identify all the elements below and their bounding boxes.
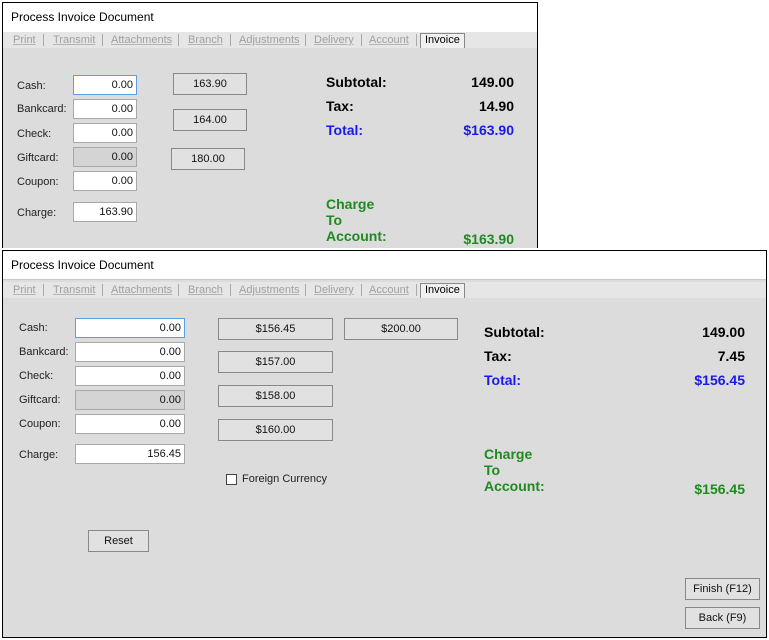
- foreign-currency-label: Foreign Currency: [242, 473, 327, 485]
- amount-button-2[interactable]: $157.00: [218, 351, 333, 373]
- invoice-window-1: Process Invoice Document Print Transmit …: [2, 2, 538, 248]
- tab-invoice[interactable]: Invoice: [420, 283, 465, 298]
- tab-delivery[interactable]: Delivery: [314, 284, 354, 298]
- charge-input[interactable]: 163.90: [73, 202, 137, 222]
- amount-button-5[interactable]: $200.00: [344, 318, 458, 340]
- amount-button-1[interactable]: $156.45: [218, 318, 333, 340]
- coupon-label: Coupon:: [19, 418, 61, 430]
- tab-transmit[interactable]: Transmit: [53, 34, 95, 48]
- amount-button-4[interactable]: $160.00: [218, 419, 333, 441]
- coupon-input[interactable]: 0.00: [75, 414, 185, 434]
- bankcard-label: Bankcard:: [19, 346, 69, 358]
- charge-account-label-line3: Account:: [326, 228, 387, 244]
- charge-account-label-line2: To: [326, 212, 343, 228]
- charge-account-value: $156.45: [694, 481, 745, 497]
- total-label: Total:: [484, 372, 522, 388]
- check-label: Check:: [19, 370, 54, 382]
- tab-account[interactable]: Account: [369, 34, 409, 48]
- subtotal-label: Subtotal:: [484, 324, 545, 340]
- coupon-input[interactable]: 0.00: [73, 171, 137, 191]
- subtotal-value: 149.00: [702, 324, 745, 340]
- tab-adjustments[interactable]: Adjustments: [239, 284, 300, 298]
- tab-account[interactable]: Account: [369, 284, 409, 298]
- tab-delivery[interactable]: Delivery: [314, 34, 354, 48]
- tax-label: Tax:: [326, 98, 354, 114]
- tab-print[interactable]: Print: [13, 284, 36, 298]
- subtotal-label: Subtotal:: [326, 74, 387, 90]
- amount-button-1[interactable]: 163.90: [173, 73, 247, 95]
- bankcard-input[interactable]: 0.00: [75, 342, 185, 362]
- cash-input[interactable]: 0.00: [75, 318, 185, 338]
- tab-bar: Print Transmit Attachments Branch Adjust…: [3, 32, 537, 48]
- tab-branch[interactable]: Branch: [188, 34, 223, 48]
- finish-button[interactable]: Finish (F12): [685, 578, 760, 600]
- cash-label: Cash:: [17, 80, 46, 92]
- charge-label: Charge:: [19, 449, 59, 461]
- charge-account-label-line1: Charge: [326, 196, 375, 212]
- tax-value: 7.45: [717, 348, 745, 364]
- total-value: $156.45: [694, 372, 745, 388]
- foreign-currency-checkbox[interactable]: [226, 474, 237, 485]
- charge-account-label-line2: To: [484, 462, 501, 478]
- amount-button-3[interactable]: $158.00: [218, 385, 333, 407]
- charge-label: Charge:: [17, 207, 57, 219]
- charge-account-label-line1: Charge: [484, 446, 533, 462]
- tab-attachments[interactable]: Attachments: [111, 34, 172, 48]
- check-input[interactable]: 0.00: [75, 366, 185, 386]
- tax-label: Tax:: [484, 348, 512, 364]
- tab-attachments[interactable]: Attachments: [111, 284, 172, 298]
- total-value: $163.90: [463, 122, 514, 138]
- cash-label: Cash:: [19, 322, 48, 334]
- tab-bar: Print Transmit Attachments Branch Adjust…: [3, 282, 766, 298]
- total-label: Total:: [326, 122, 364, 138]
- back-button[interactable]: Back (F9): [685, 607, 760, 629]
- cash-input[interactable]: 0.00: [73, 75, 137, 95]
- tab-transmit[interactable]: Transmit: [53, 284, 95, 298]
- invoice-window-2: Process Invoice Document Print Transmit …: [2, 250, 767, 638]
- check-input[interactable]: 0.00: [73, 123, 137, 143]
- tab-invoice[interactable]: Invoice: [420, 33, 465, 48]
- charge-account-value: $163.90: [463, 231, 514, 247]
- amount-button-3[interactable]: 180.00: [171, 148, 245, 170]
- tax-value: 14.90: [478, 98, 514, 114]
- reset-button[interactable]: Reset: [88, 530, 149, 552]
- giftcard-input: 0.00: [73, 147, 137, 167]
- bankcard-label: Bankcard:: [17, 103, 67, 115]
- charge-input[interactable]: 156.45: [75, 444, 185, 464]
- giftcard-label: Giftcard:: [17, 152, 59, 164]
- window-title: Process Invoice Document: [3, 251, 766, 280]
- check-label: Check:: [17, 128, 52, 140]
- tab-branch[interactable]: Branch: [188, 284, 223, 298]
- bankcard-input[interactable]: 0.00: [73, 99, 137, 119]
- amount-button-2[interactable]: 164.00: [173, 109, 247, 131]
- giftcard-input: 0.00: [75, 390, 185, 410]
- tab-print[interactable]: Print: [13, 34, 36, 48]
- subtotal-value: 149.00: [471, 74, 514, 90]
- charge-account-label-line3: Account:: [484, 478, 545, 494]
- tab-adjustments[interactable]: Adjustments: [239, 34, 300, 48]
- window-title: Process Invoice Document: [3, 3, 537, 32]
- coupon-label: Coupon:: [17, 176, 59, 188]
- giftcard-label: Giftcard:: [19, 394, 61, 406]
